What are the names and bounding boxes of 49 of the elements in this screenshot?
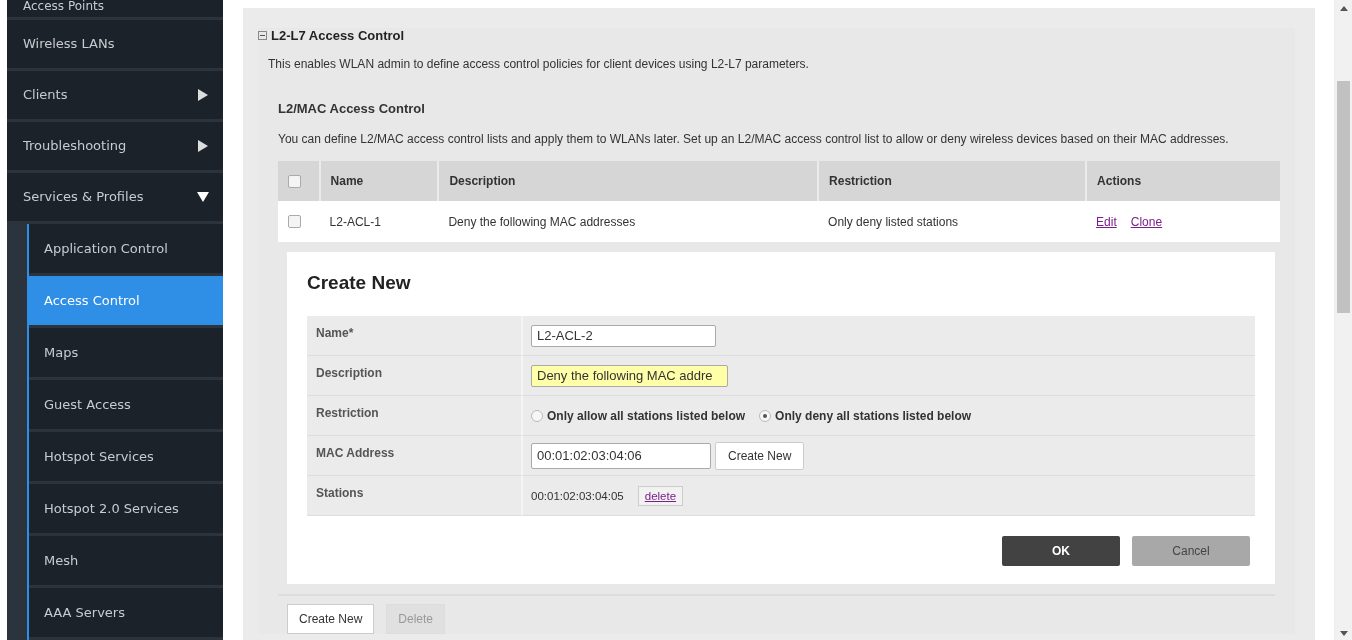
delete-link[interactable]: delete (637, 485, 684, 506)
section-description: This enables WLAN admin to define access control policies for client devices using L2-L7 parameters. (268, 57, 810, 71)
mac-address-input[interactable]: 00:01:02:03:04:06 (531, 442, 711, 469)
radio-button[interactable] (531, 409, 543, 422)
subsection-description: You can define L2/MAC access control lists and apply them to WLANs later. Set up an L2/MAC access control list to allow or deny wireless devices based on their MAC addresses. (278, 132, 1230, 146)
select-all-checkbox[interactable] (288, 174, 301, 188)
cancel-button[interactable]: Cancel (1132, 536, 1250, 566)
table-cell: Deny the following MAC addresses (438, 201, 819, 242)
column-header: Actions (1086, 161, 1280, 201)
ok-button[interactable]: OK (1002, 536, 1120, 566)
sidebar-subitem[interactable]: Application Control (29, 224, 223, 276)
create-new-button[interactable]: Create New (715, 441, 805, 470)
sidebar-subitem[interactable]: Hotspot Services (29, 432, 223, 484)
collapse-icon[interactable] (258, 31, 267, 40)
radio-button[interactable] (759, 409, 772, 422)
action-link[interactable]: Edit (1096, 214, 1117, 229)
create-new-button[interactable]: Create New (287, 604, 375, 634)
name-input[interactable]: L2-ACL-2 (531, 324, 716, 347)
table-cell: Only deny listed stations (818, 201, 1087, 242)
description-input[interactable]: Deny the following MAC addre (531, 364, 728, 387)
radio-label[interactable]: Only deny all stations listed below (775, 408, 972, 423)
field-label: Name* (307, 316, 523, 356)
field-label: Description (307, 356, 523, 396)
sidebar-item[interactable]: Clients (7, 70, 223, 122)
sidebar-subitem[interactable]: Hotspot 2.0 Services (29, 484, 223, 536)
action-link[interactable]: Clone (1130, 214, 1163, 229)
field-label: Stations (307, 476, 523, 516)
field-label: MAC Address (307, 436, 523, 476)
panel-title: Create New (307, 272, 412, 294)
sidebar-item[interactable]: Troubleshooting (7, 121, 223, 173)
column-header: Restriction (818, 161, 1087, 201)
sidebar-item[interactable]: Wireless LANs (7, 19, 223, 71)
sidebar-subitem[interactable]: Maps (29, 328, 223, 380)
column-header: Name (319, 161, 439, 201)
sidebar-subitem[interactable]: Mesh (29, 536, 223, 588)
section-title: L2-L7 Access Control (271, 28, 405, 43)
subsection-title: L2/MAC Access Control (278, 101, 426, 116)
row-checkbox[interactable] (288, 215, 301, 228)
scroll-down-icon[interactable] (1339, 631, 1348, 636)
radio-label[interactable]: Only allow all stations listed below (547, 408, 746, 423)
scroll-up-icon[interactable] (1339, 6, 1348, 11)
sidebar-subitem[interactable]: Guest Access (29, 380, 223, 432)
station-mac: 00:01:02:03:04:05 (531, 489, 624, 502)
table-cell: L2-ACL-1 (319, 201, 439, 242)
scrollbar-thumb[interactable] (1337, 81, 1350, 313)
column-header: Description (438, 161, 819, 201)
field-label: Restriction (307, 396, 523, 436)
sidebar-subitem[interactable]: AAA Servers (29, 588, 223, 640)
sidebar-item[interactable]: Access Points (7, 0, 223, 20)
